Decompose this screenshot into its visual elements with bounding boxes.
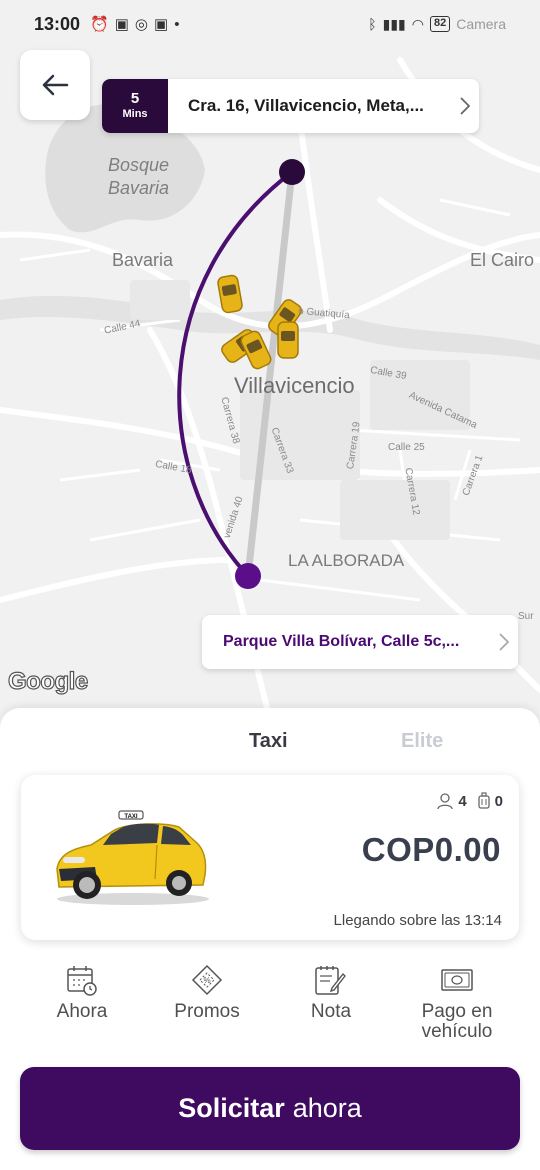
signal-icon: ▮▮▮	[382, 15, 406, 32]
alarm-icon: ⏰	[90, 16, 109, 33]
eta-badge: 5 Mins	[102, 79, 168, 133]
luggage-count: 0	[494, 792, 503, 810]
cash-icon	[441, 969, 473, 991]
option-ahora[interactable]: Ahora	[22, 964, 142, 1022]
map-label-villavicencio: Villavicencio	[234, 373, 355, 398]
google-logo: Google	[7, 667, 88, 695]
dropoff-address: Parque Villa Bolívar, Calle 5c,...	[223, 633, 460, 650]
trip-options: Ahora % Promos Nota Pago en vehículo	[0, 964, 540, 1054]
calendar-clock-icon	[67, 966, 97, 996]
chevron-right-icon	[451, 97, 479, 115]
request-button-bold: Solicitar	[178, 1093, 285, 1123]
chevron-right-icon	[490, 633, 518, 651]
note-pencil-icon	[315, 966, 346, 995]
eta-unit: Mins	[122, 108, 148, 120]
tab-elite[interactable]: Elite	[401, 730, 443, 753]
back-button[interactable]	[20, 50, 90, 120]
option-promos-label: Promos	[174, 1001, 240, 1022]
map-label-la-alborada: LA ALBORADA	[288, 551, 405, 570]
option-nota-label: Nota	[310, 1001, 352, 1022]
fare-price: COP0.00	[361, 831, 501, 868]
teams-icon-2: ▣	[154, 16, 169, 33]
vehicle-card[interactable]: TAXI 4 0 COP0.00 Llegando sobre las 13:1…	[21, 775, 519, 940]
option-pago-label-2: vehículo	[421, 1021, 493, 1042]
wifi-icon: ◠	[411, 15, 424, 32]
arrival-time: Llegando sobre las 13:14	[333, 912, 502, 929]
pickup-address-card[interactable]: 5 Mins Cra. 16, Villavicencio, Meta,...	[102, 79, 479, 133]
bluetooth-icon: ᛒ	[368, 16, 377, 32]
pickup-address: Cra. 16, Villavicencio, Meta,...	[188, 96, 424, 115]
request-now-button[interactable]: Solicitar ahora	[20, 1067, 520, 1150]
camera-label: Camera	[456, 16, 506, 32]
status-bar: 13:00 ⏰ ▣ ◎ ▣ • ᛒ ▮▮▮ ◠ 82 Camera	[0, 0, 540, 48]
screen: Bosque Bavaria Bavaria El Cairo Villavic…	[0, 0, 540, 1170]
map-label-calle-25: Calle 25	[388, 442, 425, 453]
dot-icon: •	[174, 15, 180, 33]
passenger-count: 4	[458, 792, 467, 810]
taxi-car-image: TAXI	[56, 810, 209, 905]
map-label-bosque: Bosque	[108, 155, 170, 175]
tab-taxi[interactable]: Taxi	[249, 730, 288, 753]
request-button-normal: ahora	[292, 1093, 362, 1123]
luggage-icon	[478, 792, 490, 809]
vehicle-tabs: Taxi Elite	[0, 730, 540, 760]
map-label-el-cairo: El Cairo	[470, 250, 535, 270]
option-ahora-label: Ahora	[56, 1001, 108, 1022]
option-pago-en-vehiculo[interactable]: Pago en vehículo	[397, 964, 517, 1042]
taxi-sign-text: TAXI	[124, 814, 138, 820]
arrow-left-icon	[42, 74, 69, 96]
person-icon	[437, 793, 453, 810]
ticket-icon: %	[191, 964, 223, 996]
eta-value: 5	[130, 90, 140, 107]
dropoff-address-card[interactable]: Parque Villa Bolívar, Calle 5c,...	[202, 615, 518, 669]
option-nota[interactable]: Nota	[271, 964, 391, 1022]
map-label-bavaria: Bavaria	[112, 250, 174, 270]
whatsapp-icon: ◎	[134, 16, 149, 33]
option-pago-label-1: Pago en	[421, 1001, 493, 1022]
option-promos[interactable]: % Promos	[147, 964, 267, 1022]
status-time: 13:00	[34, 13, 81, 34]
taxi-marker-icon	[217, 274, 302, 370]
svg-text:%: %	[203, 976, 210, 985]
vehicle-capacity: 4 0	[436, 792, 503, 810]
battery-icon: 82	[429, 16, 451, 32]
system-icons: ᛒ ▮▮▮ ◠ 82 Camera	[368, 16, 506, 33]
notification-icons: ⏰ ▣ ◎ ▣ •	[90, 15, 180, 34]
ride-options-sheet: Taxi Elite TAXI 4 0 COP0.00 Llegando sob…	[0, 708, 540, 1170]
teams-icon: ▣	[114, 16, 129, 33]
map-label-bosque-bavaria: Bavaria	[108, 178, 170, 198]
map-label-sur: Sur	[518, 611, 534, 622]
